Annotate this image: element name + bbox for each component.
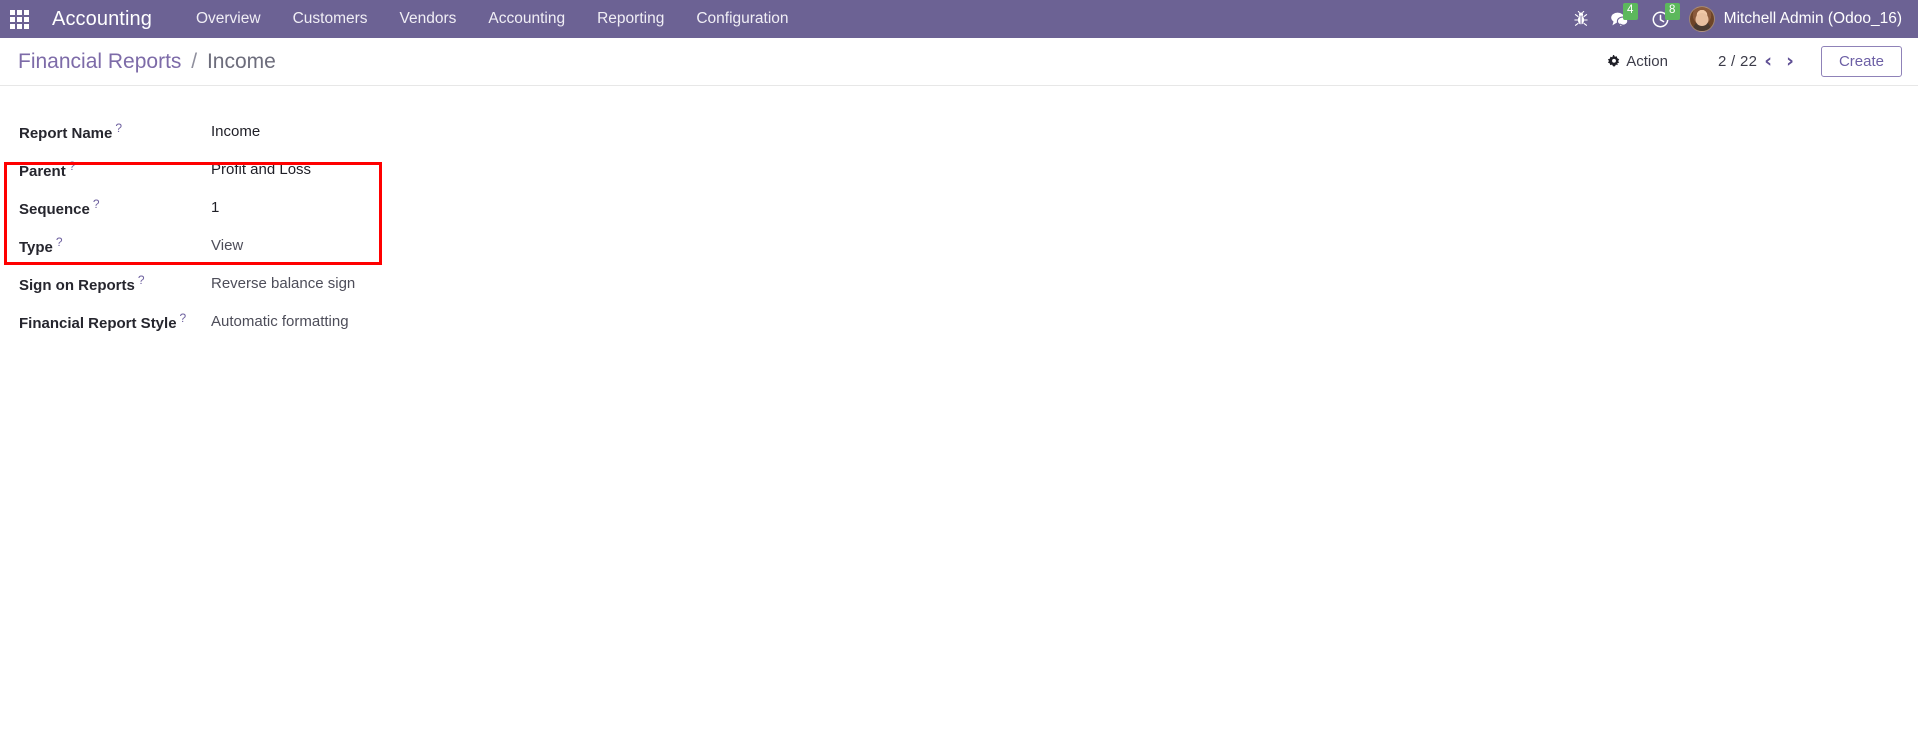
menu-item-customers[interactable]: Customers — [277, 1, 384, 37]
form-row-type: Type? View — [0, 226, 395, 264]
field-value-report-name[interactable]: Income — [210, 112, 395, 150]
field-label-text: Sequence — [19, 200, 90, 218]
field-label-text: Parent — [19, 162, 66, 180]
field-label-text: Sign on Reports — [19, 276, 135, 294]
help-icon[interactable]: ? — [69, 159, 76, 173]
apps-menu-toggle[interactable] — [0, 0, 38, 38]
user-menu[interactable]: Mitchell Admin (Odoo_16) — [1688, 6, 1902, 32]
field-value-type[interactable]: View — [210, 226, 395, 264]
pager-next-icon[interactable]: › — [1779, 50, 1801, 73]
top-navbar: Accounting Overview Customers Vendors Ac… — [0, 0, 1918, 38]
messages-menu[interactable]: 4 — [1610, 2, 1638, 28]
menu-item-vendors[interactable]: Vendors — [384, 1, 473, 37]
avatar — [1688, 6, 1715, 32]
help-icon[interactable]: ? — [180, 311, 187, 325]
form-fields-table: Report Name? Income Parent? Profit and L… — [0, 112, 395, 340]
activities-menu[interactable]: 8 — [1652, 2, 1680, 28]
field-label-report-name: Report Name? — [0, 112, 210, 150]
field-value-parent[interactable]: Profit and Loss — [210, 150, 395, 188]
form-sheet: Report Name? Income Parent? Profit and L… — [0, 86, 1918, 340]
menu-item-reporting[interactable]: Reporting — [581, 1, 680, 37]
main-menu: Overview Customers Vendors Accounting Re… — [180, 1, 805, 37]
form-row-financial-report-style: Financial Report Style? Automatic format… — [0, 302, 395, 340]
help-icon[interactable]: ? — [56, 235, 63, 249]
menu-item-accounting[interactable]: Accounting — [472, 1, 581, 37]
field-value-financial-report-style[interactable]: Automatic formatting — [210, 302, 395, 340]
field-label-text: Financial Report Style — [19, 314, 177, 332]
app-brand-accounting[interactable]: Accounting — [38, 8, 162, 31]
help-icon[interactable]: ? — [138, 273, 145, 287]
field-label-financial-report-style: Financial Report Style? — [0, 302, 210, 340]
pager-count: 2 / 22 — [1717, 53, 1758, 70]
breadcrumb-parent-financial-reports[interactable]: Financial Reports — [18, 50, 181, 73]
breadcrumb-separator: / — [191, 49, 198, 73]
control-panel: Financial Reports / Income Action 2 / 22… — [0, 38, 1918, 86]
field-label-text: Type — [19, 238, 53, 256]
action-button-label: Action — [1626, 53, 1668, 70]
menu-item-overview[interactable]: Overview — [180, 1, 277, 37]
menu-item-configuration[interactable]: Configuration — [680, 1, 804, 37]
field-label-sequence: Sequence? — [0, 188, 210, 226]
breadcrumb: Financial Reports / Income — [18, 50, 276, 74]
field-label-text: Report Name — [19, 124, 113, 142]
record-pager: 2 / 22 ‹ › — [1718, 50, 1801, 73]
control-panel-actions: Action 2 / 22 ‹ › Create — [1597, 46, 1902, 77]
form-row-report-name: Report Name? Income — [0, 112, 395, 150]
gear-icon — [1607, 54, 1621, 69]
field-value-sequence[interactable]: 1 — [210, 188, 395, 226]
form-row-sequence: Sequence? 1 — [0, 188, 395, 226]
apps-grid-icon — [9, 9, 29, 29]
create-button[interactable]: Create — [1820, 46, 1902, 77]
help-icon[interactable]: ? — [93, 197, 100, 211]
field-label-parent: Parent? — [0, 150, 210, 188]
breadcrumb-current-income: Income — [206, 49, 276, 73]
help-icon[interactable]: ? — [115, 121, 122, 135]
navbar-right-tools: 4 8 Mitchell Admin (Odoo_16) — [1563, 2, 1918, 32]
field-value-sign-on-reports[interactable]: Reverse balance sign — [210, 264, 395, 302]
debug-bug-icon[interactable] — [1574, 11, 1588, 27]
field-label-sign-on-reports: Sign on Reports? — [0, 264, 210, 302]
pager-previous-icon[interactable]: ‹ — [1757, 50, 1779, 73]
activities-badge: 8 — [1664, 2, 1680, 20]
field-label-type: Type? — [0, 226, 210, 264]
form-row-sign-on-reports: Sign on Reports? Reverse balance sign — [0, 264, 395, 302]
messages-badge: 4 — [1622, 2, 1638, 20]
user-name-label: Mitchell Admin (Odoo_16) — [1723, 10, 1902, 27]
form-row-parent: Parent? Profit and Loss — [0, 150, 395, 188]
action-button[interactable]: Action — [1597, 48, 1678, 75]
